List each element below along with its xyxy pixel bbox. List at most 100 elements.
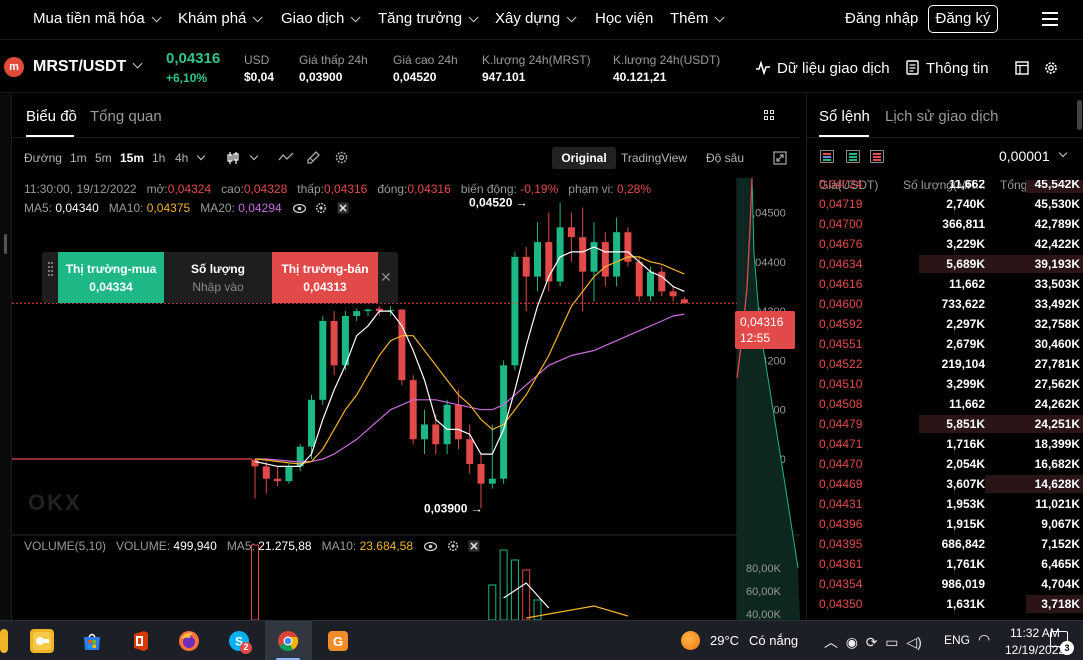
nav-item-3[interactable]: Tăng trưởng	[378, 10, 479, 27]
tray-app-icon[interactable]: ◉	[846, 634, 858, 650]
taskbar-store-icon[interactable]	[80, 629, 104, 653]
candlestick-chart[interactable]: OKX0,045000,044000,043000,042000,041000,…	[12, 178, 800, 620]
taskbar-app-g-icon[interactable]: G	[326, 629, 350, 653]
trade-data-button[interactable]: Dữ liệu giao dịch	[777, 60, 890, 77]
info-button[interactable]: Thông tin	[926, 60, 989, 77]
wifi-icon[interactable]: ◠	[978, 631, 990, 648]
indicator-icon[interactable]	[278, 151, 294, 163]
interval-1m[interactable]: 1m	[70, 151, 87, 165]
menu-icon[interactable]	[1042, 12, 1058, 26]
chevron-down-icon[interactable]	[1058, 148, 1068, 158]
taskbar-chrome-icon[interactable]	[276, 629, 300, 653]
nav-item-4[interactable]: Xây dựng	[495, 10, 577, 27]
order-book-row[interactable]: 0,04510 3,299K 27,562K	[807, 374, 1083, 394]
order-book-row[interactable]: 0,04469 3,607K 14,628K	[807, 474, 1083, 494]
gear-icon[interactable]	[447, 540, 459, 552]
order-book-row[interactable]: 0,04354 986,019 4,704K	[807, 574, 1083, 594]
activity-icon[interactable]	[755, 61, 771, 75]
order-book-row[interactable]: 0,04616 11,662 33,503K	[807, 274, 1083, 294]
view-original-button[interactable]: Original	[552, 147, 616, 169]
eye-icon[interactable]	[292, 203, 306, 214]
interval-15m[interactable]: 15m	[120, 151, 144, 165]
left-scroll-edge[interactable]	[0, 94, 12, 620]
close-icon[interactable]	[468, 540, 480, 552]
nav-item-2[interactable]: Giao dịch	[281, 10, 361, 27]
order-book-row[interactable]: 0,04551 2,679K 30,460K	[807, 334, 1083, 354]
order-book-row[interactable]: 0,04395 686,842 7,152K	[807, 534, 1083, 554]
view-switch: Original TradingView Độ sâu	[552, 147, 752, 169]
register-button[interactable]: Đăng ký	[928, 5, 998, 33]
weather-sun-icon[interactable]	[681, 631, 700, 650]
order-book-row[interactable]: 0,04396 1,915K 9,067K	[807, 514, 1083, 534]
book-mode-sell-icon[interactable]	[870, 150, 884, 163]
layout-icon[interactable]	[1015, 61, 1029, 75]
close-icon[interactable]	[337, 202, 349, 214]
eye-icon[interactable]	[424, 541, 438, 552]
taskbar-office-icon[interactable]	[128, 629, 152, 653]
order-book-row[interactable]: 0,04592 2,297K 32,758K	[807, 314, 1083, 334]
chevron-down-icon[interactable]	[196, 151, 206, 161]
grid-icon[interactable]	[764, 110, 775, 121]
book-mode-both-icon[interactable]	[820, 150, 834, 163]
language-indicator[interactable]: ENG	[944, 633, 970, 647]
tab-overview[interactable]: Tổng quan	[90, 108, 162, 125]
candle-type-icon[interactable]	[226, 151, 240, 165]
order-book-row[interactable]: 0,04361 1,761K 6,465K	[807, 554, 1083, 574]
chevron-down-icon[interactable]	[249, 151, 259, 161]
order-book-row[interactable]: 0,04350 1,631K 3,718K	[807, 594, 1083, 614]
order-book-row[interactable]: 0,04522 219,104 27,781K	[807, 354, 1083, 374]
gear-icon[interactable]	[315, 202, 327, 214]
order-book-row[interactable]: 0,04724 11,662 45,542K	[807, 180, 1083, 194]
tab-chart[interactable]: Biểu đồ	[26, 108, 77, 125]
taskbar-app-icon[interactable]	[0, 629, 8, 653]
order-book-row[interactable]: 0,04700 366,811 42,789K	[807, 214, 1083, 234]
order-book-row[interactable]: 0,04600 733,622 33,492K	[807, 294, 1083, 314]
taskbar-sticky-notes-icon[interactable]	[30, 629, 54, 653]
order-book-row[interactable]: 0,04634 5,689K 39,193K	[807, 254, 1083, 274]
scrollbar[interactable]	[1077, 100, 1082, 130]
nav-item-5[interactable]: Học viện	[595, 10, 653, 27]
interval-5m[interactable]: 5m	[95, 151, 112, 165]
quantity-input[interactable]: Số lượng Nhập vào	[164, 252, 272, 303]
taskbar-skype-icon[interactable]: S 2	[227, 629, 252, 654]
tab-order-book[interactable]: Sổ lệnh	[819, 108, 870, 125]
order-book-row[interactable]: 0,04470 2,054K 16,682K	[807, 454, 1083, 474]
order-book-row[interactable]: 0,04479 5,851K 24,251K	[807, 414, 1083, 434]
order-book-row[interactable]: 0,04719 2,740K 45,530K	[807, 194, 1083, 214]
tick-size-select[interactable]: 0,00001	[999, 148, 1050, 164]
order-book-row[interactable]: 0,04508 11,662 24,262K	[807, 394, 1083, 414]
order-book-row[interactable]: 0,04431 1,953K 11,021K	[807, 494, 1083, 514]
market-sell-button[interactable]: Thị trường-bán 0,04313	[272, 252, 378, 303]
tray-monitor-icon[interactable]: ▭	[885, 634, 898, 650]
chart-settings-icon[interactable]	[334, 150, 349, 165]
chevron-up-icon[interactable]: ︿	[824, 634, 838, 650]
book-mode-buy-icon[interactable]	[846, 150, 860, 163]
fullscreen-icon[interactable]	[773, 151, 787, 165]
interval-4h[interactable]: 4h	[175, 151, 188, 165]
chevron-down-icon[interactable]	[132, 58, 143, 69]
close-icon[interactable]: ✕	[380, 269, 392, 286]
taskbar-firefox-icon[interactable]	[177, 629, 201, 653]
interval-1h[interactable]: 1h	[152, 151, 165, 165]
tab-trade-history[interactable]: Lịch sử giao dịch	[885, 108, 998, 125]
tray-speaker-icon[interactable]: ◁)	[906, 634, 921, 650]
candle-body	[330, 320, 338, 366]
weather-text[interactable]: Có nắng	[749, 633, 798, 648]
market-buy-button[interactable]: Thị trường-mua 0,04334	[58, 252, 164, 303]
nav-item-1[interactable]: Khám phá	[178, 10, 263, 27]
document-icon[interactable]	[906, 60, 919, 75]
gear-icon[interactable]	[1043, 60, 1059, 76]
order-book-row[interactable]: 0,04676 3,229K 42,422K	[807, 234, 1083, 254]
login-link[interactable]: Đăng nhập	[845, 10, 918, 27]
pair-selector[interactable]: MRST/USDT	[33, 58, 126, 76]
nav-item-0[interactable]: Mua tiền mã hóa	[33, 10, 162, 27]
nav-item-6[interactable]: Thêm	[670, 10, 725, 27]
line-type-button[interactable]: Đường	[24, 151, 62, 165]
drag-handle-icon[interactable]	[48, 262, 54, 292]
order-book-row[interactable]: 0,04471 1,716K 18,399K	[807, 434, 1083, 454]
tray-sync-icon[interactable]: ⟳	[866, 634, 878, 650]
weather-temp[interactable]: 29°C	[710, 633, 739, 648]
view-tradingview-button[interactable]: TradingView	[621, 151, 687, 165]
draw-tool-icon[interactable]	[306, 150, 321, 165]
view-depth-button[interactable]: Độ sâu	[706, 151, 744, 165]
